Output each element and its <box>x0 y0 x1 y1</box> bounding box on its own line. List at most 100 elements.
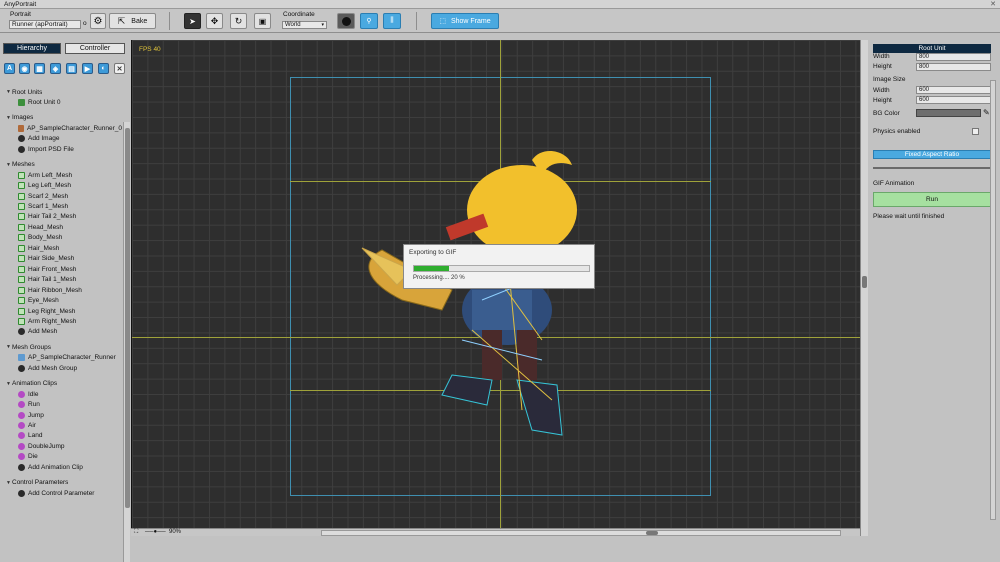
param-filter-icon[interactable]: ◐ <box>98 63 109 74</box>
height-field[interactable]: 800 <box>916 63 991 71</box>
section-header[interactable]: ▼ Meshes <box>6 160 35 170</box>
title-bar: AnyPortrait ✕ <box>0 0 1000 9</box>
list-item[interactable]: Arm Right_Mesh <box>18 316 122 326</box>
section-header[interactable]: ▼ Images <box>6 113 33 123</box>
section-header[interactable]: ▼ Mesh Groups <box>6 342 51 352</box>
close-filter-icon[interactable]: ✕ <box>114 63 125 74</box>
physics-checkbox[interactable] <box>972 128 979 135</box>
list-item[interactable]: Hair Tail 2_Mesh <box>18 212 122 222</box>
portrait-field[interactable]: Runner (apPortrait) <box>9 20 81 29</box>
bake-icon: ⇱ <box>117 15 126 26</box>
all-filter-icon[interactable]: A <box>4 63 15 74</box>
list-item[interactable]: Add Mesh <box>18 327 122 337</box>
close-icon[interactable]: ✕ <box>990 0 996 8</box>
coordinate-label: Coordinate <box>283 11 315 18</box>
list-item[interactable]: Jump <box>18 410 122 420</box>
list-item[interactable]: Body_Mesh <box>18 233 122 243</box>
image-filter-icon[interactable]: ▦ <box>34 63 45 74</box>
eyedropper-icon[interactable]: ✎ <box>983 108 990 117</box>
bake-button[interactable]: ⇱ Bake <box>109 13 156 29</box>
section-header[interactable]: ▼ Control Parameters <box>6 478 68 488</box>
animation-clip-icon <box>18 401 25 409</box>
section-header[interactable]: ▼ Animation Clips <box>6 379 57 389</box>
character-preview[interactable] <box>342 140 602 450</box>
list-item[interactable]: Hair Front_Mesh <box>18 264 122 274</box>
animation-clip-icon <box>18 422 25 429</box>
mesh-icon <box>18 276 25 284</box>
list-item[interactable]: AP_SampleCharacter_Runner_0 <box>18 123 122 133</box>
rotate-tool-button[interactable]: ↻ <box>230 13 247 29</box>
list-item[interactable]: Head_Mesh <box>18 222 122 232</box>
list-item[interactable]: Root Unit 0 <box>18 97 122 107</box>
root-unit-icon <box>18 98 25 106</box>
hierarchy-scrollbar[interactable] <box>123 122 130 562</box>
list-item[interactable]: Run <box>18 400 122 410</box>
list-item-label: Root Unit 0 <box>28 98 61 106</box>
scroll-thumb[interactable] <box>646 531 658 535</box>
scroll-thumb[interactable] <box>862 276 867 288</box>
physics-view-button[interactable]: ⫼ <box>383 13 401 29</box>
list-item-label: Air <box>28 422 36 429</box>
fit-icon[interactable]: ⛶ <box>134 529 138 536</box>
show-frame-button[interactable]: ⬚ Show Frame <box>431 13 499 29</box>
add-icon <box>18 135 25 143</box>
list-item[interactable]: AP_SampleCharacter_Runner <box>18 353 122 363</box>
list-item[interactable]: Leg Right_Mesh <box>18 306 122 316</box>
toolbar-separator <box>169 12 170 30</box>
scale-tool-button[interactable]: ▣ <box>254 13 271 29</box>
physics-icon: ⫼ <box>390 17 394 24</box>
list-item[interactable]: Leg Left_Mesh <box>18 181 122 191</box>
inspector-scrollbar[interactable] <box>990 80 996 520</box>
bone-view-button[interactable]: ⚲ <box>360 13 378 29</box>
list-item[interactable]: Arm Left_Mesh <box>18 170 122 180</box>
list-item[interactable]: Add Image <box>18 134 122 144</box>
zoom-slider[interactable]: ──●── <box>145 529 166 535</box>
move-icon: ✥ <box>210 15 219 26</box>
animation-clip-icon <box>18 453 25 461</box>
list-item[interactable]: Hair Ribbon_Mesh <box>18 285 122 295</box>
list-item[interactable]: Land <box>18 431 122 441</box>
coordinate-select[interactable]: World ▾ <box>282 21 327 29</box>
fixed-aspect-ratio-button[interactable]: Fixed Aspect Ratio <box>873 150 991 159</box>
list-item[interactable]: Add Animation Clip <box>18 462 122 472</box>
list-item[interactable]: Die <box>18 452 122 462</box>
section-header[interactable]: ▼ Root Units <box>6 87 42 97</box>
list-item[interactable]: Idle <box>18 389 122 399</box>
mesh-filter-icon[interactable]: ◈ <box>50 63 61 74</box>
list-item-label: Hair Tail 1_Mesh <box>28 276 77 284</box>
list-item[interactable]: Hair Tail 1_Mesh <box>18 275 122 285</box>
scroll-thumb[interactable] <box>125 128 130 508</box>
portrait-field-value: Runner (apPortrait) <box>12 21 68 28</box>
img-height-field[interactable]: 600 <box>916 96 991 104</box>
horizontal-scrollbar[interactable] <box>321 530 841 536</box>
list-item[interactable]: Hair Side_Mesh <box>18 254 122 264</box>
tab-controller[interactable]: Controller <box>65 43 125 54</box>
tab-hierarchy[interactable]: Hierarchy <box>3 43 61 54</box>
width-field[interactable]: 800 <box>916 53 991 61</box>
img-width-value: 600 <box>919 87 930 93</box>
physics-label: Physics enabled <box>873 128 921 135</box>
list-item[interactable]: DoubleJump <box>18 441 122 451</box>
animation-clip-icon <box>18 442 25 450</box>
meshgroup-filter-icon[interactable]: ▤ <box>66 63 77 74</box>
list-item[interactable]: Import PSD File <box>18 144 122 154</box>
run-button[interactable]: Run <box>873 192 991 207</box>
select-tool-button[interactable]: ➤ <box>184 13 201 29</box>
settings-button[interactable]: ⚙ <box>90 13 106 29</box>
list-item[interactable]: Scarf 2_Mesh <box>18 191 122 201</box>
section-title: Mesh Groups <box>12 343 52 351</box>
onion-skin-button[interactable] <box>337 13 355 29</box>
list-item[interactable]: Add Control Parameter <box>18 488 122 498</box>
move-tool-button[interactable]: ✥ <box>206 13 223 29</box>
img-width-field[interactable]: 600 <box>916 86 991 94</box>
viewport-canvas[interactable]: FPS 40 Exporting to GIF Processing.... 2… <box>131 40 860 528</box>
list-item[interactable]: Eye_Mesh <box>18 296 122 306</box>
list-item[interactable]: Air <box>18 421 122 431</box>
list-item[interactable]: Add Mesh Group <box>18 363 122 373</box>
vertical-scrollbar[interactable] <box>860 40 868 536</box>
clip-filter-icon[interactable]: ▶ <box>82 63 93 74</box>
bg-color-swatch[interactable] <box>916 109 981 117</box>
list-item[interactable]: Hair_Mesh <box>18 243 122 253</box>
list-item[interactable]: Scarf 1_Mesh <box>18 202 122 212</box>
root-filter-icon[interactable]: ◉ <box>19 63 30 74</box>
